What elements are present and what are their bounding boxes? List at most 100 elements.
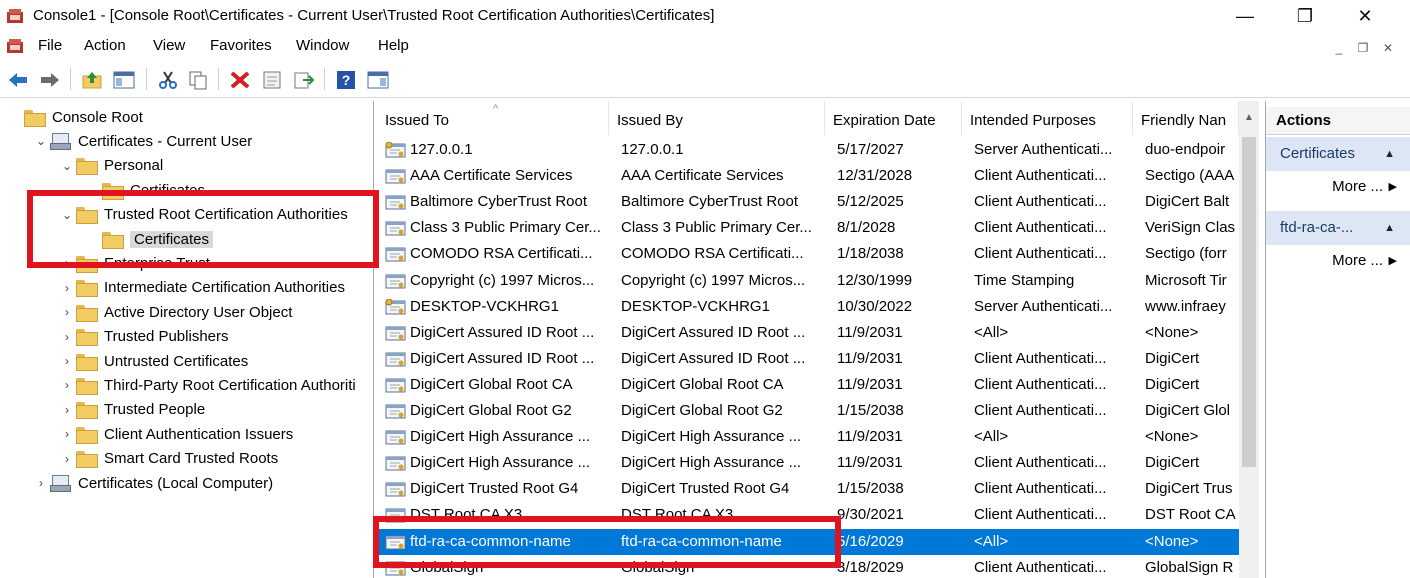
tree-node[interactable]: › Trusted People: [58, 398, 205, 422]
table-row[interactable]: GlobalSign GlobalSign 3/18/2029 Client Auth…: [377, 555, 1239, 578]
cell-issued-to: Baltimore CyberTrust Root: [410, 193, 587, 211]
properties-icon[interactable]: [260, 68, 284, 92]
expand-chevron-icon[interactable]: ⌄: [58, 208, 76, 222]
toolbar-separator: [70, 68, 71, 90]
column-expiration-date[interactable]: Expiration Date: [825, 101, 962, 135]
tree-node[interactable]: Console Root: [6, 105, 143, 129]
child-restore-button[interactable]: ❐: [1352, 39, 1374, 57]
cell-issued-by: Class 3 Public Primary Cer...: [621, 219, 812, 237]
collapse-chevron-icon[interactable]: ›: [58, 427, 76, 441]
folder-icon: [76, 255, 98, 273]
menu-view[interactable]: View: [153, 37, 185, 54]
scroll-up-icon[interactable]: ▲: [1239, 101, 1259, 135]
child-minimize-button[interactable]: _: [1328, 39, 1350, 57]
tree-node[interactable]: Certificates: [84, 227, 214, 251]
export-list-icon[interactable]: [292, 68, 316, 92]
cut-icon[interactable]: [156, 68, 180, 92]
child-close-button[interactable]: ✕: [1377, 39, 1399, 57]
toolbar-separator: [218, 68, 219, 90]
table-row[interactable]: AAA Certificate Services AAA Certificate …: [377, 163, 1239, 189]
up-folder-icon[interactable]: [80, 68, 104, 92]
copy-icon[interactable]: [186, 68, 210, 92]
show-hide-action-pane-icon[interactable]: [366, 68, 390, 92]
back-icon[interactable]: [6, 68, 30, 92]
table-row[interactable]: DigiCert Trusted Root G4 DigiCert Trusted…: [377, 476, 1239, 502]
collapse-chevron-icon[interactable]: ›: [58, 330, 76, 344]
menu-file[interactable]: File: [38, 37, 62, 54]
column-issued-by[interactable]: Issued By: [609, 101, 825, 135]
tree-node[interactable]: › Trusted Publishers: [58, 325, 229, 349]
tree-node[interactable]: › Active Directory User Object: [58, 300, 292, 324]
tree-node[interactable]: ⌄ Trusted Root Certification Authorities: [58, 203, 348, 227]
list-header: Issued To ^ Issued By Expiration Date In…: [377, 101, 1239, 135]
tree-node[interactable]: › Certificates (Local Computer): [32, 471, 273, 495]
scrollbar-thumb[interactable]: [1242, 137, 1256, 467]
table-row[interactable]: DigiCert High Assurance ... DigiCert High…: [377, 450, 1239, 476]
collapse-chevron-icon[interactable]: ›: [58, 305, 76, 319]
tree-node-label: Trusted Publishers: [104, 328, 229, 346]
table-row[interactable]: DigiCert High Assurance ... DigiCert High…: [377, 424, 1239, 450]
tree-node[interactable]: › Untrusted Certificates: [58, 349, 248, 373]
folder-icon: [76, 304, 98, 322]
table-row[interactable]: DST Root CA X3 DST Root CA X3 9/30/2021 Cli…: [377, 502, 1239, 528]
folder-icon: [76, 426, 98, 444]
menu-action[interactable]: Action: [84, 37, 126, 54]
table-row[interactable]: DigiCert Assured ID Root ... DigiCert Ass…: [377, 346, 1239, 372]
console-menu-icon[interactable]: [6, 38, 24, 54]
tree-node[interactable]: › Smart Card Trusted Roots: [58, 447, 278, 471]
table-row[interactable]: Copyright (c) 1997 Micros... Copyright (c…: [377, 268, 1239, 294]
tree-node[interactable]: › Third-Party Root Certification Authorit…: [58, 373, 356, 397]
collapse-chevron-icon[interactable]: ›: [58, 256, 76, 270]
certificate-icon: [385, 378, 406, 393]
actions-group-certificates[interactable]: Certificates ▲: [1266, 137, 1410, 171]
collapse-chevron-icon[interactable]: ›: [58, 403, 76, 417]
collapse-chevron-icon[interactable]: ›: [58, 354, 76, 368]
table-row[interactable]: Baltimore CyberTrust Root Baltimore Cyber…: [377, 189, 1239, 215]
minimize-button[interactable]: —: [1222, 0, 1268, 34]
more-actions-link[interactable]: More ... ▶: [1266, 248, 1410, 274]
table-row[interactable]: DigiCert Assured ID Root ... DigiCert Ass…: [377, 320, 1239, 346]
tree-node[interactable]: › Enterprise Trust: [58, 251, 210, 275]
table-row[interactable]: DigiCert Global Root CA DigiCert Global R…: [377, 372, 1239, 398]
menu-favorites[interactable]: Favorites: [210, 37, 272, 54]
close-button[interactable]: ✕: [1342, 0, 1388, 34]
delete-icon[interactable]: [228, 68, 252, 92]
table-row[interactable]: 127.0.0.1 127.0.0.1 5/17/2027 Server Authen…: [377, 137, 1239, 163]
certificate-icon: [385, 142, 406, 158]
table-row[interactable]: Class 3 Public Primary Cer... Class 3 Pub…: [377, 215, 1239, 241]
collapse-chevron-icon[interactable]: ›: [58, 452, 76, 466]
certificate-icon: [385, 274, 406, 288]
column-friendly-name[interactable]: Friendly Nan: [1133, 101, 1239, 135]
collapse-chevron-icon[interactable]: ›: [32, 476, 50, 490]
more-actions-link[interactable]: More ... ▶: [1266, 174, 1410, 200]
certificate-icon: [385, 298, 406, 315]
tree-node[interactable]: › Client Authentication Issuers: [58, 422, 293, 446]
cell-expiration: 1/18/2038: [837, 245, 904, 263]
table-row[interactable]: COMODO RSA Certificati... COMODO RSA Cert…: [377, 241, 1239, 267]
tree-node[interactable]: Certificates: [84, 178, 205, 202]
expand-chevron-icon[interactable]: ⌄: [32, 134, 50, 148]
actions-group-selected-cert[interactable]: ftd-ra-ca-... ▲: [1266, 211, 1410, 245]
collapse-icon[interactable]: ▲: [1384, 137, 1395, 171]
help-icon[interactable]: ?: [334, 68, 358, 92]
collapse-chevron-icon[interactable]: ›: [58, 281, 76, 295]
menu-help[interactable]: Help: [378, 37, 409, 54]
more-actions-label: More ...: [1332, 178, 1383, 195]
table-row[interactable]: DESKTOP-VCKHRG1 DESKTOP-VCKHRG1 10/30/2022…: [377, 294, 1239, 320]
forward-icon[interactable]: [38, 68, 62, 92]
tree-node[interactable]: ⌄ Personal: [58, 154, 163, 178]
tree-node[interactable]: › Intermediate Certification Authorities: [58, 276, 345, 300]
tree-node[interactable]: ⌄ Certificates - Current User: [32, 129, 252, 153]
table-row[interactable]: DigiCert Global Root G2 DigiCert Global R…: [377, 398, 1239, 424]
collapse-chevron-icon[interactable]: ›: [58, 378, 76, 392]
expand-chevron-icon[interactable]: ⌄: [58, 159, 76, 173]
cell-friendly: DigiCert: [1145, 375, 1200, 393]
collapse-icon[interactable]: ▲: [1384, 211, 1395, 245]
menu-window[interactable]: Window: [296, 37, 349, 54]
cell-issued-by: DST Root CA X3: [621, 506, 734, 524]
show-hide-tree-icon[interactable]: [112, 68, 136, 92]
table-row[interactable]: ftd-ra-ca-common-name ftd-ra-ca-common-na…: [377, 528, 1239, 555]
column-intended-purposes[interactable]: Intended Purposes: [962, 101, 1133, 135]
maximize-button[interactable]: ❐: [1282, 0, 1328, 34]
vertical-scrollbar[interactable]: ▲: [1239, 101, 1259, 578]
